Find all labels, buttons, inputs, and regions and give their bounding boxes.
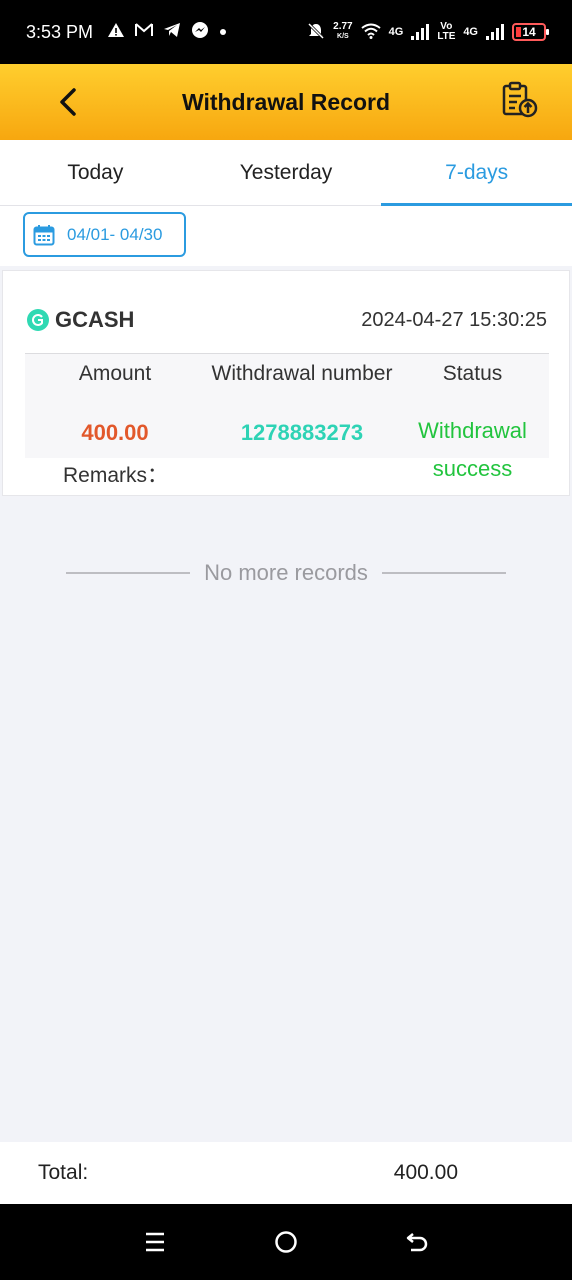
record-datetime: 2024-04-27 15:30:25 <box>361 308 547 331</box>
withdrawal-number-label: Withdrawal number <box>211 362 393 385</box>
notification-icons <box>107 21 227 44</box>
status-value: Withdrawal success <box>418 418 527 481</box>
volte-label: Vo LTE <box>437 21 456 42</box>
no-more-records-text: No more records <box>204 560 368 585</box>
chevron-left-icon <box>60 88 76 116</box>
total-label: Total: <box>38 1161 89 1184</box>
system-icons: 2.77 K/S 4G Vo LTE 4G 14 <box>307 21 549 43</box>
total-value: 400.00 <box>393 1161 458 1184</box>
app-header: Withdrawal Record <box>0 64 572 140</box>
record-details: Amount Withdrawal number Status 400.00 1… <box>25 354 549 481</box>
dot-icon <box>219 23 227 41</box>
messenger-icon <box>191 21 209 44</box>
signal-icon <box>411 24 430 40</box>
gcash-logo-icon <box>27 309 49 331</box>
calendar-icon <box>33 224 55 245</box>
menu-icon <box>146 1232 165 1252</box>
divider-right <box>381 572 506 574</box>
tab-yesterday[interactable]: Yesterday <box>191 140 382 205</box>
system-nav-bar <box>0 1204 572 1280</box>
record-header: GCASH 2024-04-27 15:30:25 <box>27 307 547 333</box>
date-range-button[interactable]: 04/01- 04/30 <box>23 212 186 257</box>
wifi-icon <box>361 23 381 42</box>
gmail-icon <box>135 22 154 42</box>
page-title: Withdrawal Record <box>181 88 391 115</box>
warning-icon <box>107 22 125 43</box>
divider-left <box>66 572 191 574</box>
list-end-indicator: No more records <box>66 560 506 586</box>
tab-7-days[interactable]: 7-days <box>381 140 572 206</box>
date-range-label: 04/01- 04/30 <box>67 224 163 244</box>
back-icon <box>406 1233 427 1252</box>
status-time: 3:53 PM <box>26 21 94 42</box>
home-icon <box>275 1231 297 1253</box>
status-bar: 3:53 PM 2.77 K/S 4G Vo LTE 4G 14 <box>0 0 572 64</box>
withdrawal-number-value: 1278883273 <box>240 420 364 445</box>
total-bar: Total: 400.00 <box>0 1142 572 1204</box>
network-type-1: 4G <box>388 26 404 38</box>
network-type-2: 4G <box>463 26 478 38</box>
amount-label: Amount <box>78 362 152 385</box>
net-speed: 2.77 K/S <box>333 21 353 41</box>
amount-value: 400.00 <box>81 420 149 445</box>
back-button[interactable] <box>50 84 86 120</box>
back-nav-button[interactable] <box>397 1222 437 1262</box>
home-button[interactable] <box>266 1222 306 1262</box>
export-button[interactable] <box>500 80 540 120</box>
remarks-label: Remarks： <box>63 464 169 487</box>
payment-method: GCASH <box>55 307 135 332</box>
recent-apps-button[interactable] <box>135 1222 175 1262</box>
signal-icon-2 <box>486 24 504 40</box>
telegram-icon <box>163 22 181 43</box>
status-label: Status <box>442 362 503 385</box>
period-tabs: Today Yesterday 7-days <box>0 140 572 206</box>
filter-row: 04/01- 04/30 <box>0 206 572 266</box>
tab-today[interactable]: Today <box>0 140 191 205</box>
mute-bell-icon <box>307 22 325 43</box>
withdrawal-record-card[interactable]: GCASH 2024-04-27 15:30:25 Amount Withdra… <box>2 270 570 496</box>
clipboard-upload-icon <box>502 81 538 118</box>
battery-icon: 14 <box>512 23 549 41</box>
